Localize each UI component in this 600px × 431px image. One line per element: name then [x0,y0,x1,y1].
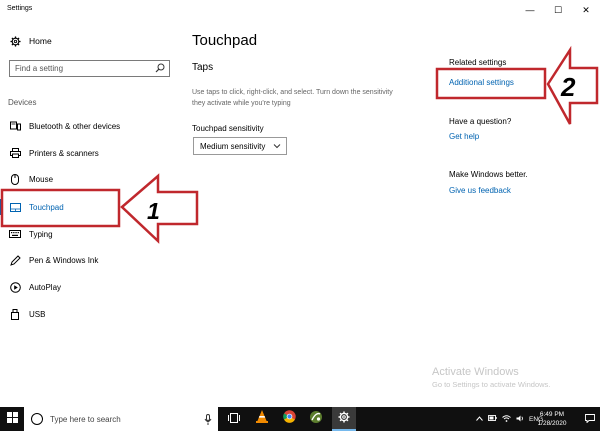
sidebar-item-label: Bluetooth & other devices [29,121,121,131]
task-view-icon [228,410,240,428]
sidebar-item-bluetooth[interactable]: Bluetooth & other devices [0,115,176,137]
taps-description-line-1: Use taps to click, right-click, and sele… [192,89,393,96]
sidebar-item-label: Touchpad [29,202,64,212]
active-indicator [0,199,3,215]
search-placeholder: Find a setting [15,64,64,73]
window-title: Settings [7,5,33,12]
chrome-taskbar-button[interactable] [277,407,301,431]
sidebar-item-autoplay[interactable]: AutoPlay [0,276,176,298]
sidebar-item-usb[interactable]: USB [0,303,176,325]
sensitivity-dropdown[interactable]: Medium sensitivity [193,137,287,155]
sidebar-item-pen[interactable]: Pen & Windows Ink [0,249,176,271]
windows-logo-icon [6,410,18,428]
activation-watermark: Activate Windows Go to Settings to activ… [432,366,550,389]
sidebar-item-label: AutoPlay [29,282,62,292]
sidebar-item-mouse[interactable]: Mouse [0,168,176,190]
maximize-icon: ☐ [553,4,563,15]
sidebar: Home Find a setting Devices Bluetooth & … [0,20,180,407]
autoplay-icon [9,281,21,293]
taskbar-search-box[interactable]: Type here to search [24,407,218,431]
vlc-taskbar-button[interactable] [250,407,274,431]
chrome-icon [282,410,296,428]
page-title: Touchpad [192,32,258,49]
usb-icon [9,308,21,320]
chevron-down-icon [273,142,281,150]
sensitivity-value: Medium sensitivity [200,141,266,151]
sidebar-item-home[interactable]: Home [0,30,176,52]
get-help-link[interactable]: Get help [449,132,479,141]
chevron-up-icon[interactable] [476,415,483,423]
find-setting-input[interactable]: Find a setting [9,60,170,77]
notification-icon [585,410,595,428]
app-icon [309,410,323,429]
bluetooth-devices-icon [9,120,21,132]
task-view-button[interactable] [222,407,246,431]
start-button[interactable] [0,407,24,431]
mouse-icon [9,173,21,185]
sidebar-item-typing[interactable]: Typing [0,223,176,245]
clock-time: 6:49 PM [539,411,565,418]
gear-icon [9,35,21,47]
watermark-line-2: Go to Settings to activate Windows. [432,380,551,389]
battery-icon[interactable] [488,415,497,423]
related-settings-heading: Related settings [449,58,507,67]
minimize-icon: — [525,5,535,15]
sensitivity-label: Touchpad sensitivity [192,124,264,133]
wifi-icon[interactable] [502,414,511,424]
sidebar-item-label: Printers & scanners [29,148,99,158]
sidebar-item-label: Typing [29,229,53,239]
minimize-button[interactable]: — [516,0,544,20]
arrow-2-shape [546,45,599,125]
microphone-icon [204,413,212,425]
section-label-devices: Devices [8,98,37,107]
vlc-icon [256,410,268,428]
cortana-icon [31,413,43,425]
pen-icon [9,254,21,266]
sidebar-item-label: Mouse [29,174,54,184]
keyboard-icon [9,228,21,240]
close-button[interactable]: ✕ [572,0,600,20]
sidebar-item-label: USB [29,309,46,319]
printer-icon [9,147,21,159]
clock-date: 1/28/2020 [537,420,567,427]
sidebar-item-touchpad[interactable]: Touchpad [0,196,176,218]
sidebar-item-label: Pen & Windows Ink [29,255,99,265]
settings-taskbar-button[interactable] [332,407,356,431]
sidebar-item-label: Home [29,36,52,46]
taskbar: Type here to search ENG 6:49 PM 1/28/202… [0,407,600,431]
sidebar-item-printers[interactable]: Printers & scanners [0,142,176,164]
touchpad-icon [9,201,21,213]
maximize-button[interactable]: ☐ [544,0,572,20]
taps-description-line-2: they activate while you're typing [192,100,291,107]
taps-heading: Taps [192,62,214,73]
taskbar-search-placeholder: Type here to search [50,415,121,424]
taskbar-clock[interactable]: 6:49 PM 1/28/2020 [528,410,576,428]
volume-icon[interactable] [516,415,524,424]
title-bar: Settings — ☐ ✕ [0,0,600,20]
arrow-2-label: 2 [560,72,576,102]
give-feedback-link[interactable]: Give us feedback [449,186,511,195]
windows-better-heading: Make Windows better. [449,170,528,179]
search-icon [155,63,165,73]
taps-description: Use taps to click, right-click, and sele… [192,87,442,109]
additional-settings-link[interactable]: Additional settings [449,78,514,87]
action-center-button[interactable] [580,407,600,431]
watermark-line-1: Activate Windows [432,366,519,378]
gear-icon [338,410,350,428]
close-icon: ✕ [582,4,590,15]
app-taskbar-button[interactable] [304,407,328,431]
question-heading: Have a question? [449,117,512,126]
